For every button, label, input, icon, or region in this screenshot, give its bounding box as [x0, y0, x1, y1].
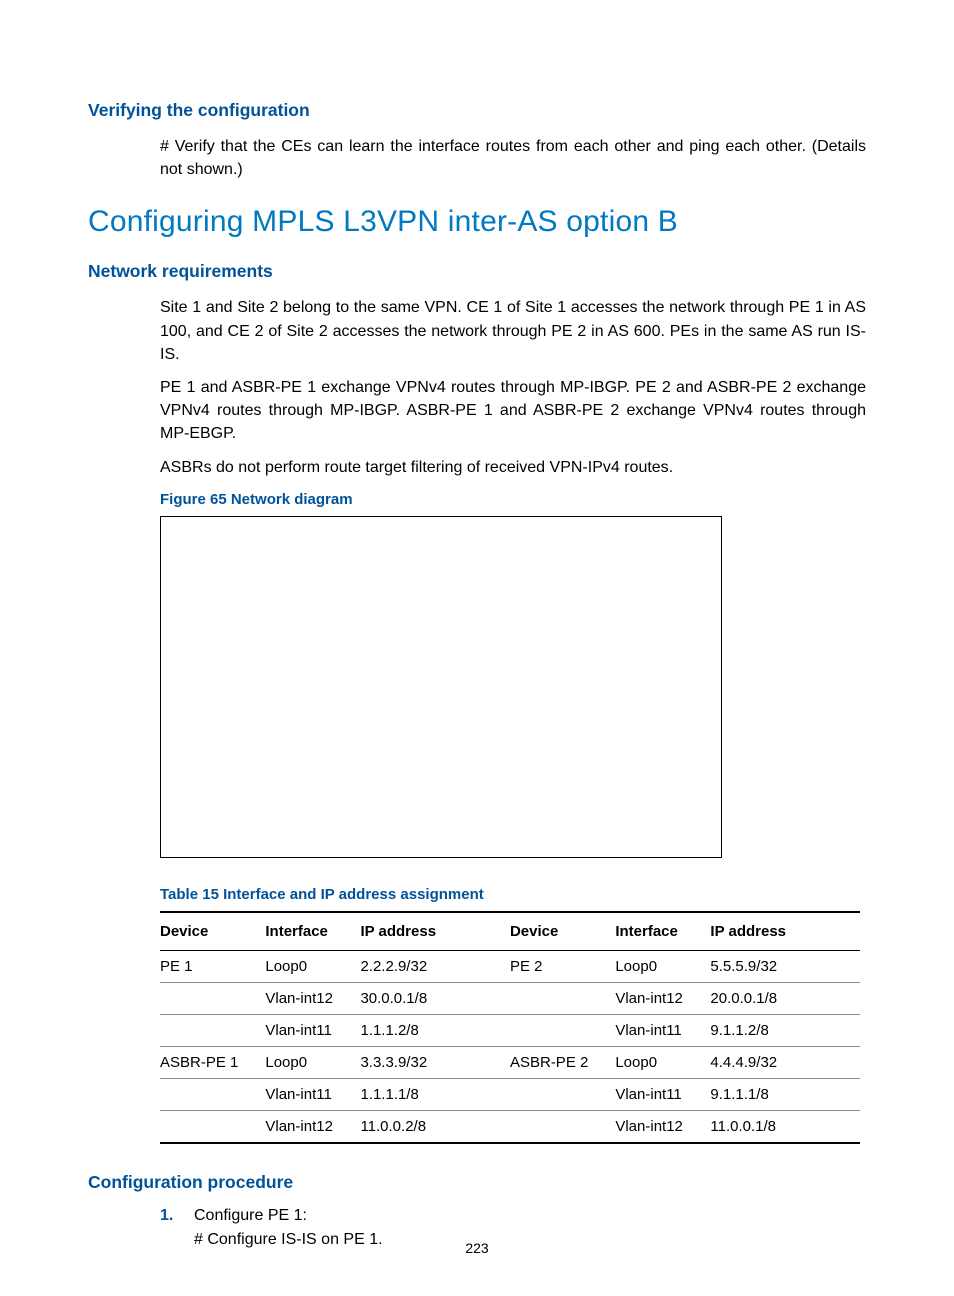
table-cell: Vlan-int11	[265, 1014, 360, 1046]
table-row: ASBR-PE 1Loop03.3.3.9/32ASBR-PE 2Loop04.…	[160, 1046, 860, 1078]
heading-network-requirements: Network requirements	[88, 261, 866, 282]
paragraph: Site 1 and Site 2 belong to the same VPN…	[160, 296, 866, 366]
table-cell: 9.1.1.2/8	[710, 1014, 860, 1046]
table-cell: Vlan-int12	[615, 982, 710, 1014]
body-requirements: Site 1 and Site 2 belong to the same VPN…	[160, 296, 866, 478]
table-cell	[510, 1078, 615, 1110]
table-cell: 9.1.1.1/8	[710, 1078, 860, 1110]
table-cell: Loop0	[265, 950, 360, 982]
table-cell	[160, 982, 265, 1014]
table-row: PE 1Loop02.2.2.9/32PE 2Loop05.5.5.9/32	[160, 950, 860, 982]
table-cell: Vlan-int12	[615, 1110, 710, 1143]
step-title: Configure PE 1:	[194, 1207, 866, 1225]
table-cell: Vlan-int12	[265, 982, 360, 1014]
heading-main: Configuring MPLS L3VPN inter-AS option B	[88, 205, 866, 239]
table-cell: Loop0	[615, 1046, 710, 1078]
table-cell: 11.0.0.1/8	[710, 1110, 860, 1143]
table-cell	[160, 1014, 265, 1046]
th-interface: Interface	[265, 912, 360, 951]
body-verifying: # Verify that the CEs can learn the inte…	[160, 135, 866, 181]
table-cell: 4.4.4.9/32	[710, 1046, 860, 1078]
table-row: Vlan-int111.1.1.2/8Vlan-int119.1.1.2/8	[160, 1014, 860, 1046]
table-cell: PE 1	[160, 950, 265, 982]
table-cell: Vlan-int12	[265, 1110, 360, 1143]
paragraph: # Verify that the CEs can learn the inte…	[160, 135, 866, 181]
table-cell	[510, 1110, 615, 1143]
figure-network-diagram	[160, 516, 722, 858]
table-cell: 20.0.0.1/8	[710, 982, 860, 1014]
table-caption: Table 15 Interface and IP address assign…	[160, 886, 866, 903]
table-cell: 1.1.1.1/8	[360, 1078, 510, 1110]
figure-caption: Figure 65 Network diagram	[160, 491, 866, 508]
table-cell: Vlan-int11	[265, 1078, 360, 1110]
table-cell: Vlan-int11	[615, 1078, 710, 1110]
heading-verifying: Verifying the configuration	[88, 100, 866, 121]
th-ip: IP address	[360, 912, 510, 951]
table-cell: 2.2.2.9/32	[360, 950, 510, 982]
table-cell: 11.0.0.2/8	[360, 1110, 510, 1143]
th-interface: Interface	[615, 912, 710, 951]
table-cell	[160, 1078, 265, 1110]
table-cell: PE 2	[510, 950, 615, 982]
table-cell: ASBR-PE 2	[510, 1046, 615, 1078]
table-cell: Vlan-int11	[615, 1014, 710, 1046]
page-number: 223	[0, 1240, 954, 1256]
table-cell: 30.0.0.1/8	[360, 982, 510, 1014]
th-device: Device	[160, 912, 265, 951]
paragraph: PE 1 and ASBR-PE 1 exchange VPNv4 routes…	[160, 376, 866, 446]
table-cell: 5.5.5.9/32	[710, 950, 860, 982]
table-cell: Loop0	[615, 950, 710, 982]
table-row: Vlan-int1230.0.0.1/8Vlan-int1220.0.0.1/8	[160, 982, 860, 1014]
table-cell: 1.1.1.2/8	[360, 1014, 510, 1046]
table-cell	[510, 1014, 615, 1046]
paragraph: ASBRs do not perform route target filter…	[160, 456, 866, 479]
heading-config-procedure: Configuration procedure	[88, 1172, 866, 1193]
table-row: Vlan-int1211.0.0.2/8Vlan-int1211.0.0.1/8	[160, 1110, 860, 1143]
table-cell	[510, 982, 615, 1014]
table-cell: Loop0	[265, 1046, 360, 1078]
ip-address-table: Device Interface IP address Device Inter…	[160, 911, 860, 1144]
table-cell: ASBR-PE 1	[160, 1046, 265, 1078]
th-ip: IP address	[710, 912, 860, 951]
table-cell	[160, 1110, 265, 1143]
th-device: Device	[510, 912, 615, 951]
table-cell: 3.3.3.9/32	[360, 1046, 510, 1078]
table-header-row: Device Interface IP address Device Inter…	[160, 912, 860, 951]
table-row: Vlan-int111.1.1.1/8Vlan-int119.1.1.1/8	[160, 1078, 860, 1110]
